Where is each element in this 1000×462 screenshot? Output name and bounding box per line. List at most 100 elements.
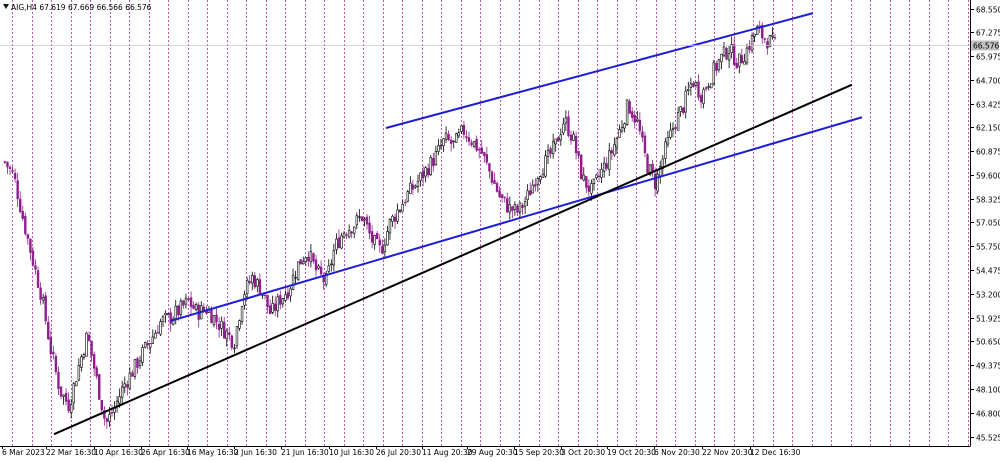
candle-body — [493, 180, 496, 184]
candle-body — [26, 234, 30, 239]
candle-body — [521, 204, 524, 208]
candle-body — [13, 172, 17, 179]
candle — [712, 59, 716, 86]
price-tick-label: 55.750 — [976, 243, 1000, 252]
candle-body — [738, 53, 741, 67]
candle-body — [381, 246, 384, 254]
candle — [725, 47, 728, 61]
price-tick-label: 57.050 — [976, 219, 1000, 228]
candle-body — [534, 184, 537, 187]
candle-body — [712, 62, 716, 85]
candle-body — [750, 35, 754, 51]
candle-body — [429, 157, 432, 175]
candle-body — [477, 148, 481, 151]
candle-body — [184, 297, 188, 305]
price-tick-label: 51.925 — [976, 315, 1000, 324]
candle-body — [115, 400, 119, 406]
candle-body — [544, 155, 547, 177]
candle — [406, 189, 409, 203]
candle-body — [462, 125, 466, 135]
candle — [429, 154, 432, 176]
candle-body — [393, 216, 397, 222]
candle-body — [419, 172, 422, 181]
candle-body — [70, 404, 73, 413]
candle-body — [194, 304, 198, 310]
candle-body — [483, 152, 486, 156]
candle-body — [559, 134, 563, 141]
price-tick-label: 48.100 — [976, 386, 1000, 395]
price-tick-label: 59.600 — [976, 172, 1000, 181]
candle-body — [467, 137, 471, 142]
candle-body — [432, 158, 435, 167]
candle-body — [618, 129, 621, 138]
candle-body — [732, 44, 736, 65]
candle-body — [136, 358, 139, 368]
candle-body — [18, 198, 22, 212]
candle-body — [266, 294, 269, 308]
time-tick-label: 11 Aug 20:30 — [422, 448, 473, 457]
candle — [299, 259, 302, 265]
candle-body — [745, 47, 749, 64]
candle-body — [319, 266, 323, 275]
candle-body — [133, 358, 137, 377]
candle-body — [166, 313, 170, 315]
candle — [24, 212, 27, 236]
candle-body — [273, 303, 277, 311]
candle-body — [620, 126, 624, 132]
candle-body — [284, 294, 287, 301]
candle-body — [72, 383, 75, 404]
candle-body — [289, 288, 292, 297]
candle-body — [600, 169, 603, 178]
candle-body — [569, 134, 573, 141]
candle-body — [210, 309, 213, 324]
candle — [579, 154, 583, 180]
candle — [98, 373, 101, 400]
candle-body — [16, 180, 19, 200]
candle-body — [128, 372, 132, 390]
candle-body — [54, 356, 58, 373]
candle-body — [164, 312, 167, 316]
candle-body — [312, 253, 315, 262]
candle-body — [39, 287, 42, 300]
candle-body — [585, 176, 588, 188]
candle-body — [562, 123, 565, 134]
candle-body — [727, 53, 731, 61]
candle-body — [192, 304, 195, 309]
candle-body — [587, 185, 591, 192]
candle-body — [77, 365, 81, 381]
candle-body — [98, 374, 101, 400]
candle-body — [605, 163, 608, 169]
price-tick-label: 60.875 — [976, 148, 1000, 157]
candle-body — [511, 206, 514, 212]
candle-body — [564, 117, 568, 124]
candle-body — [141, 347, 144, 363]
candle-body — [233, 347, 236, 350]
candle-body — [699, 95, 703, 103]
candle — [324, 270, 328, 287]
candle-body — [518, 202, 522, 213]
candle-body — [508, 204, 511, 213]
candle-body — [189, 297, 193, 308]
candle — [44, 292, 47, 325]
candle-body — [495, 183, 499, 192]
candle-body — [500, 194, 504, 198]
candle-body — [327, 265, 330, 272]
chart-canvas[interactable]: 68.550 67.275 65.975 64.700 63.425 62.150 60.8… — [0, 0, 1000, 458]
candle — [360, 216, 364, 222]
candle-body — [368, 222, 371, 234]
time-tick-label: 16 May 16:30 — [187, 448, 239, 457]
candle-body — [546, 149, 550, 157]
candle-body — [416, 181, 420, 187]
current-price-label: 66.576 — [973, 42, 999, 51]
candle-body — [444, 132, 448, 140]
candle-body — [674, 126, 677, 130]
candle-body — [302, 261, 305, 265]
candle-body — [307, 256, 310, 262]
price-tick-label: 64.700 — [976, 77, 1000, 86]
candle-body — [411, 184, 415, 190]
candle-body — [630, 111, 634, 118]
candle-body — [567, 116, 570, 136]
price-chart[interactable]: 68.550 67.275 65.975 64.700 63.425 62.150 60.8… — [0, 0, 1000, 458]
candle-body — [82, 354, 86, 358]
candle-body — [743, 61, 746, 65]
